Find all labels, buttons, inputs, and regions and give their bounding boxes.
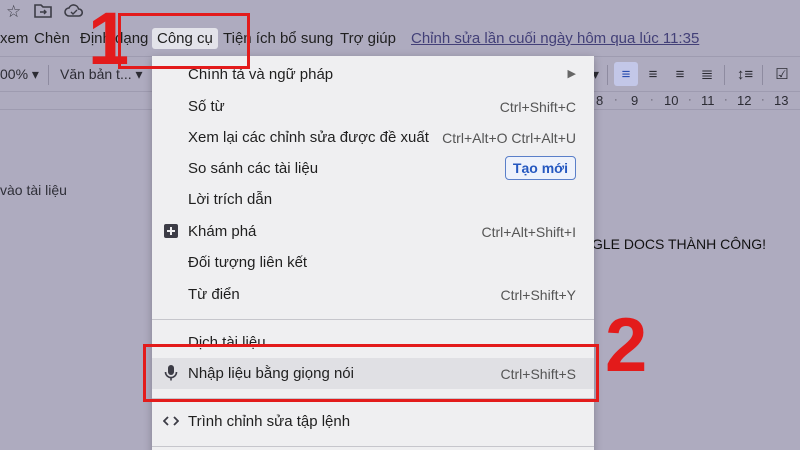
zoom-select[interactable]: 00% ▾ <box>0 66 39 83</box>
menu-item-dictionary[interactable]: Từ điển Ctrl+Shift+Y <box>152 279 594 310</box>
document-sidebar-text: vào tài liệu <box>0 182 67 198</box>
align-right-icon[interactable]: ≡ <box>668 62 692 86</box>
ruler-tick: · <box>688 94 692 106</box>
move-to-folder-icon[interactable] <box>34 3 52 23</box>
menu-item-label: So sánh các tài liệu <box>188 160 319 177</box>
align-left-icon[interactable]: ≡ <box>614 62 638 86</box>
menu-item-label: Đối tượng liên kết <box>188 254 308 271</box>
document-body-text[interactable]: GLE DOCS THÀNH CÔNG! <box>592 236 766 252</box>
ruler-number: 9 <box>631 93 639 108</box>
menu-item-shortcut: Ctrl+Alt+Shift+I <box>481 224 576 240</box>
ruler-number: 11 <box>701 93 715 108</box>
ruler-number: 12 <box>737 93 752 108</box>
toolbar-divider <box>762 65 763 85</box>
menu-item-shortcut: Ctrl+Shift+C <box>499 99 576 115</box>
menu-item-label: Xem lại các chỉnh sửa được đề xuất <box>188 129 429 146</box>
annotation-number-2: 2 <box>605 303 648 388</box>
checklist-icon[interactable]: ☑ <box>770 62 794 86</box>
ruler-tick: · <box>724 94 728 106</box>
menu-item-script-editor[interactable]: Trình chỉnh sửa tập lệnh <box>152 406 594 437</box>
menu-item-linked-objects[interactable]: Đối tượng liên kết <box>152 247 594 278</box>
menu-item-compare-documents[interactable]: So sánh các tài liệu Tạo mới <box>152 153 594 184</box>
annotation-box-step-1 <box>118 13 250 69</box>
ruler-number: 8 <box>596 93 604 108</box>
ruler-number: 13 <box>774 93 789 108</box>
menu-item-review-suggested-edits[interactable]: Xem lại các chỉnh sửa được đề xuất Ctrl+… <box>152 122 594 153</box>
menu-divider <box>152 319 594 320</box>
toolbar-divider <box>48 65 49 85</box>
explore-plus-icon <box>162 222 180 240</box>
menu-item-word-count[interactable]: Số từ Ctrl+Shift+C <box>152 91 594 122</box>
zoom-value: 00% <box>0 66 29 82</box>
submenu-arrow-icon: ▶ <box>567 68 576 80</box>
toolbar-divider <box>724 65 725 85</box>
ruler-tick: · <box>761 94 765 106</box>
annotation-number-1: 1 <box>88 0 130 80</box>
menu-divider <box>152 446 594 447</box>
new-badge: Tạo mới <box>504 156 576 180</box>
last-edit-link[interactable]: Chỉnh sửa lần cuối ngày hôm qua lúc 11:3… <box>411 30 699 47</box>
menu-item-citations[interactable]: Lời trích dẫn <box>152 184 594 215</box>
menu-item-label: Khám phá <box>188 223 257 240</box>
annotation-box-step-2 <box>143 344 599 402</box>
menu-item-label: Lời trích dẫn <box>188 191 273 208</box>
code-icon <box>162 412 180 430</box>
menu-item-shortcut: Ctrl+Alt+O Ctrl+Alt+U <box>442 130 576 146</box>
star-icon[interactable]: ☆ <box>6 3 21 21</box>
menu-item-label: Trình chỉnh sửa tập lệnh <box>188 413 351 430</box>
cloud-saved-icon[interactable] <box>64 3 84 23</box>
align-justify-icon[interactable]: ≣ <box>695 62 719 86</box>
menu-item-label: Số từ <box>188 98 225 115</box>
menu-item-label: Từ điển <box>188 286 240 303</box>
menu-help[interactable]: Trợ giúp <box>340 30 396 47</box>
ruler-number: 10 <box>664 93 679 108</box>
ruler-tick: · <box>614 94 618 106</box>
toolbar-divider <box>607 65 608 85</box>
chevron-down-icon: ▾ <box>31 66 39 82</box>
align-center-icon[interactable]: ≡ <box>641 62 665 86</box>
menu-insert[interactable]: Chèn <box>34 30 70 47</box>
menu-item-explore[interactable]: Khám phá Ctrl+Alt+Shift+I <box>152 216 594 247</box>
ruler-tick: · <box>650 94 654 106</box>
line-spacing-icon[interactable]: ↕≡ <box>733 62 757 86</box>
menu-item-shortcut: Ctrl+Shift+Y <box>500 287 576 303</box>
menu-view[interactable]: xem <box>0 30 28 47</box>
